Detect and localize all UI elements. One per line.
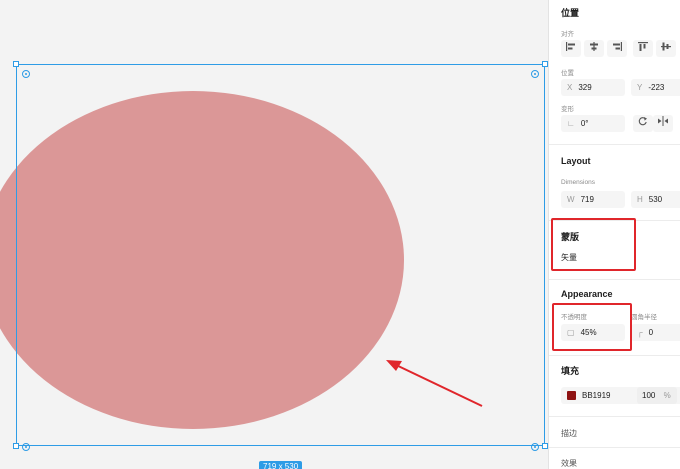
divider <box>549 279 680 280</box>
fill-opacity-field[interactable]: 100 % <box>637 387 677 404</box>
flip-horizontal-icon[interactable] <box>653 115 673 132</box>
fill-hex-value: BB1919 <box>582 391 611 400</box>
divider <box>549 144 680 145</box>
w-value: 719 <box>580 195 594 204</box>
design-canvas[interactable]: 719 x 530 <box>0 0 548 469</box>
h-value: 530 <box>648 195 663 204</box>
corner-radius-field[interactable]: ┌ 0 <box>631 324 680 341</box>
annotation-arrow <box>386 360 483 407</box>
rotate-handle-top-right[interactable] <box>531 70 539 78</box>
dimensions-label: Dimensions <box>561 179 595 186</box>
align-left-icon[interactable] <box>561 40 581 57</box>
x-prefix: X <box>567 83 573 92</box>
height-field[interactable]: H 530 <box>631 191 680 208</box>
rotation-value: 0° <box>580 119 589 128</box>
fill-opacity-value: 100 <box>642 391 656 400</box>
resize-handle-bottom-left[interactable] <box>13 443 19 449</box>
w-prefix: W <box>567 195 575 204</box>
align-top-icon[interactable] <box>633 40 653 57</box>
highlight-box-mask <box>551 218 636 271</box>
resize-handle-top-left[interactable] <box>13 61 19 67</box>
position-label: 位置 <box>561 70 574 77</box>
x-position-field[interactable]: X 329 <box>561 79 625 96</box>
fill-section-title: 填充 <box>561 366 580 376</box>
divider <box>549 416 680 417</box>
corner-radius-icon: ┌ <box>637 328 643 337</box>
rotate-icon[interactable] <box>633 115 653 132</box>
width-field[interactable]: W 719 <box>561 191 625 208</box>
y-position-field[interactable]: Y -223 <box>631 79 680 96</box>
rotate-handle-top-left[interactable] <box>22 70 30 78</box>
effects-section-title[interactable]: 效果 <box>561 458 577 469</box>
size-badge: 719 x 530 <box>259 461 303 469</box>
appearance-section-title: Appearance <box>561 289 613 299</box>
x-value: 329 <box>578 83 592 92</box>
position-section-title: 位置 <box>561 8 580 18</box>
corner-radius-label: 圆角半径 <box>631 314 657 321</box>
y-value: -223 <box>648 83 665 92</box>
rotation-field[interactable]: ∟ 0° <box>561 115 625 132</box>
align-center-horizontal-icon[interactable] <box>584 40 604 57</box>
highlight-box-opacity <box>552 303 632 351</box>
align-label: 对齐 <box>561 31 574 38</box>
stroke-section-title[interactable]: 描边 <box>561 428 577 439</box>
y-prefix: Y <box>637 83 643 92</box>
divider <box>549 447 680 448</box>
align-right-icon[interactable] <box>607 40 627 57</box>
fill-color-swatch[interactable] <box>567 391 576 401</box>
h-prefix: H <box>637 195 643 204</box>
divider <box>549 355 680 356</box>
fill-opacity-unit: % <box>663 391 671 400</box>
corner-radius-value: 0 <box>648 328 654 337</box>
align-vertical-center-icon[interactable] <box>656 40 676 57</box>
properties-panel: 位置 对齐 位置 X 329 Y -223 变形 ∟ 0° Layout Dimens… <box>548 0 680 469</box>
transform-label: 变形 <box>561 106 574 113</box>
rotation-icon: ∟ <box>567 119 575 128</box>
rotate-handle-bottom-left[interactable] <box>22 443 30 451</box>
layout-section-title: Layout <box>561 156 591 166</box>
rotate-handle-bottom-right[interactable] <box>531 443 539 451</box>
